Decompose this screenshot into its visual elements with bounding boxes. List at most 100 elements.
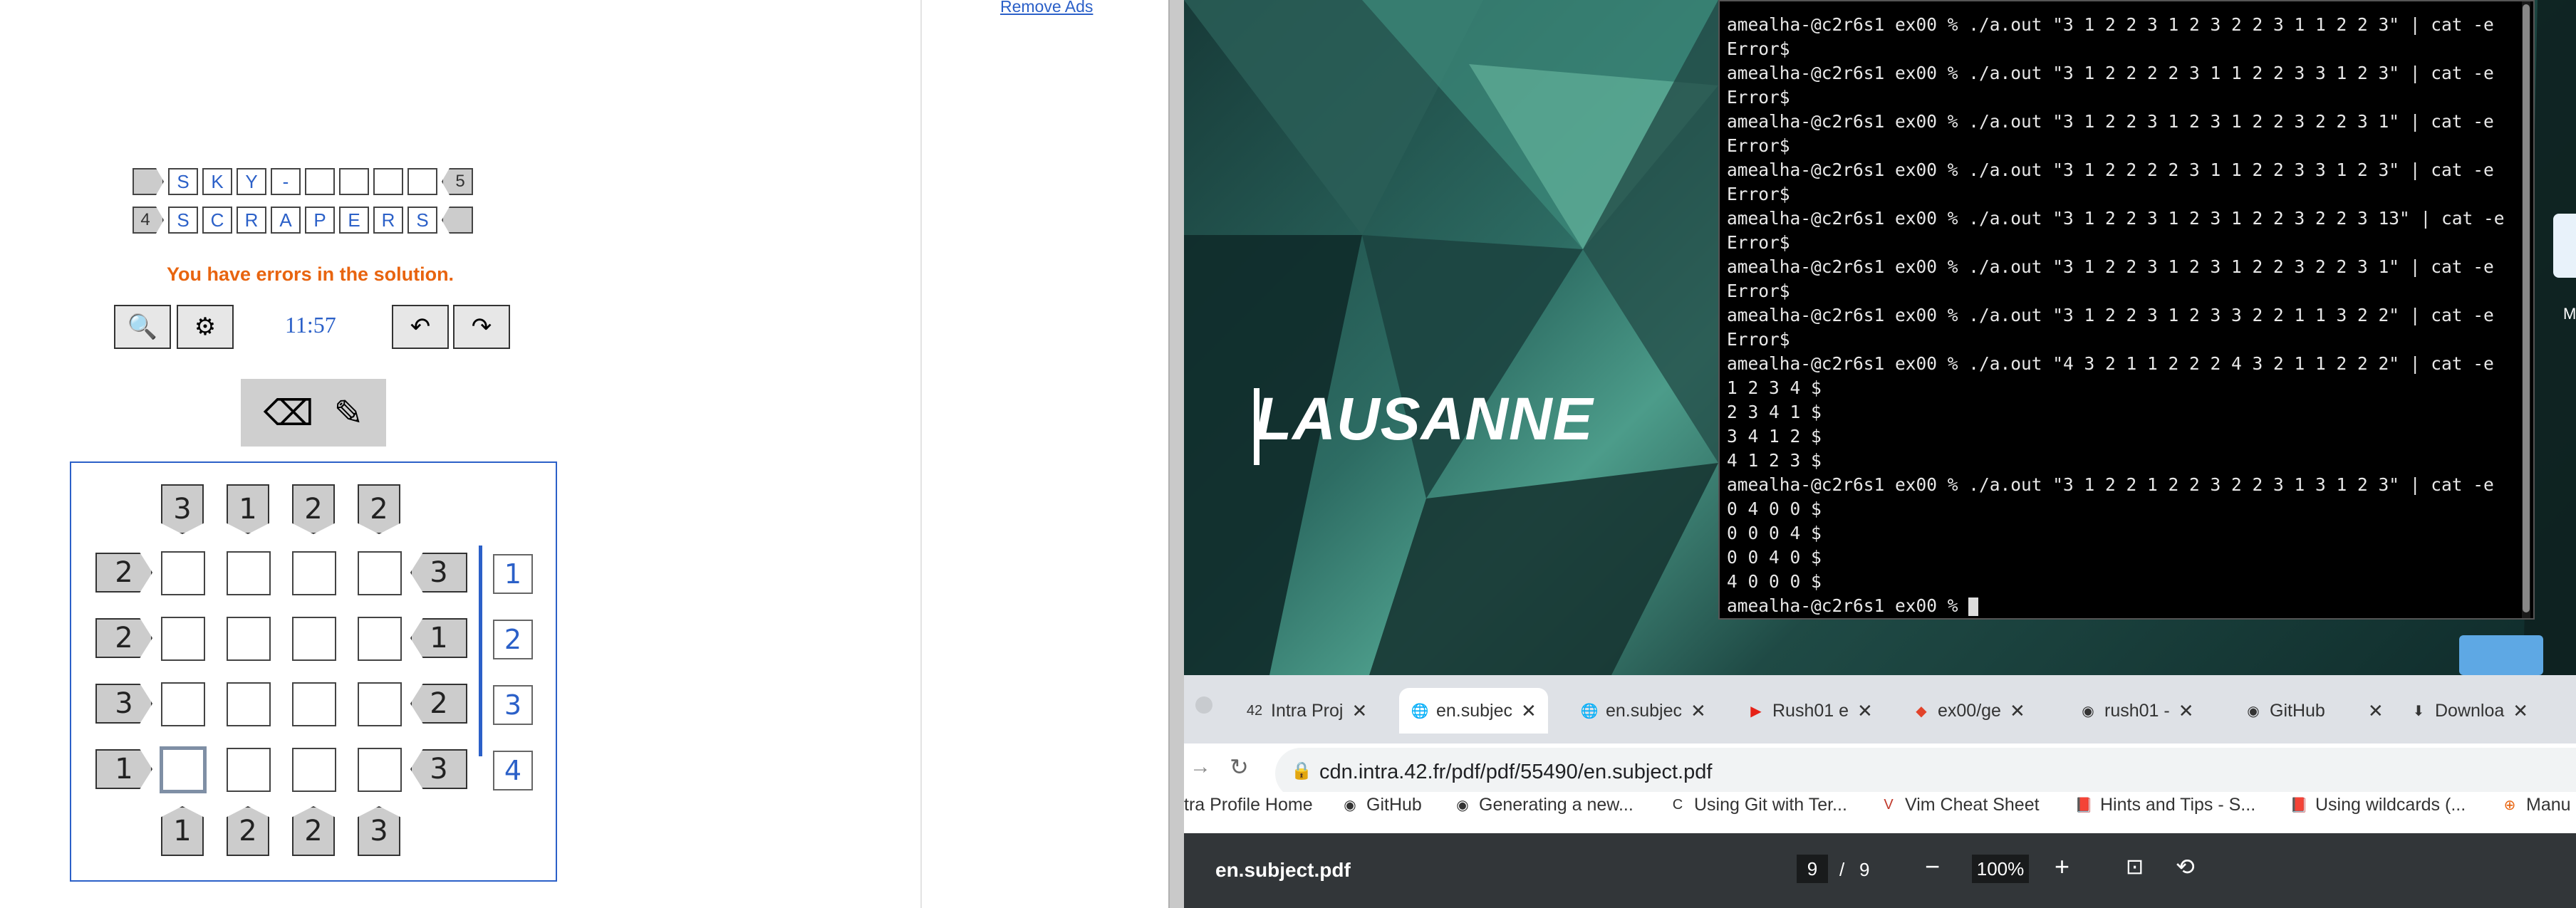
remove-ads-link[interactable]: Remove Ads bbox=[1000, 0, 1093, 16]
bookmark-label: Generating a new... bbox=[1479, 795, 1634, 815]
number-pad-key[interactable]: 3 bbox=[493, 685, 533, 725]
github-icon: ◉ bbox=[1456, 798, 1469, 813]
settings-button[interactable]: ⚙ bbox=[177, 305, 234, 349]
browser-tab[interactable]: ▶ Rush01 e ✕ bbox=[1747, 688, 1873, 734]
title-letter: C bbox=[202, 207, 232, 234]
number-pad-key[interactable]: 4 bbox=[493, 751, 533, 790]
grid-cell[interactable] bbox=[292, 551, 336, 595]
tab-label: Rush01 e bbox=[1772, 700, 1849, 721]
terminal-line: Error$ bbox=[1727, 135, 1790, 156]
tab-label: ex00/ge bbox=[1938, 700, 2001, 721]
browser-tab[interactable]: ◉ rush01 - ✕ bbox=[2079, 688, 2194, 734]
bookmark-item[interactable]: 📕 Hints and Tips - S... bbox=[2074, 795, 2256, 815]
ad-sidebar: Remove Ads bbox=[920, 0, 1168, 908]
terminal-line: amealha-@c2r6s1 ex00 % ./a.out "3 1 2 2 … bbox=[1727, 256, 2494, 277]
dock-label: M bbox=[2563, 305, 2576, 323]
dock-icon[interactable] bbox=[2553, 214, 2576, 278]
title-letter bbox=[339, 168, 369, 195]
terminal-line: Error$ bbox=[1727, 184, 1790, 204]
github-icon: ◉ bbox=[2082, 703, 2094, 719]
redo-button[interactable]: ↷ bbox=[453, 305, 510, 349]
grid-cell[interactable] bbox=[227, 748, 271, 792]
pencil-icon[interactable]: ✎ bbox=[333, 392, 363, 434]
folder-icon[interactable] bbox=[2459, 635, 2543, 675]
bookmark-label: Manu bbox=[2526, 795, 2571, 815]
close-icon[interactable]: ✕ bbox=[2513, 700, 2528, 722]
terminal-line: amealha-@c2r6s1 ex00 % ./a.out "3 1 2 2 … bbox=[1727, 208, 2505, 229]
title-letter: E bbox=[339, 207, 369, 234]
browser-tab[interactable]: ⬇ Downloa ✕ bbox=[2409, 688, 2528, 734]
terminal-output: amealha-@c2r6s1 ex00 % ./a.out "3 1 2 2 … bbox=[1727, 13, 2505, 618]
grid-cell[interactable] bbox=[358, 682, 402, 726]
title-letter bbox=[407, 168, 437, 195]
browser-tab[interactable]: 42 Intra Proj ✕ bbox=[1245, 688, 1367, 734]
close-icon[interactable]: ✕ bbox=[2368, 700, 2384, 722]
grid-cell[interactable] bbox=[227, 551, 271, 595]
close-icon[interactable]: ✕ bbox=[1857, 700, 1873, 722]
title-row-2: 4 S C R A P E R S bbox=[133, 207, 473, 234]
title-letter: - bbox=[271, 168, 301, 195]
browser-tab-bar: 42 Intra Proj ✕ 🌐 en.subjec ✕ 🌐 en.subjec ✕ ▶ R… bbox=[1184, 675, 2576, 743]
grid-cell[interactable] bbox=[292, 682, 336, 726]
globe-icon: 🌐 bbox=[1580, 703, 1599, 719]
bookmark-item[interactable]: ⊕ Manu bbox=[2500, 795, 2571, 815]
undo-button[interactable]: ↶ bbox=[392, 305, 449, 349]
number-pad-key[interactable]: 2 bbox=[493, 620, 533, 659]
rotate-icon[interactable]: ⟲ bbox=[2176, 853, 2195, 880]
grid-cell-selected[interactable] bbox=[160, 746, 207, 793]
github-icon: ◉ bbox=[2247, 703, 2260, 719]
browser-tab[interactable]: 🌐 en.subjec ✕ bbox=[1580, 688, 1706, 734]
redo-icon: ↷ bbox=[471, 313, 492, 340]
close-icon[interactable]: ✕ bbox=[1351, 700, 1367, 722]
title-arrow bbox=[133, 168, 164, 195]
grid-cell[interactable] bbox=[161, 617, 205, 661]
browser-tab[interactable]: ◉ GitHub ✕ bbox=[2244, 688, 2384, 734]
page-number-input[interactable]: 9 bbox=[1797, 855, 1828, 883]
grid-cell[interactable] bbox=[292, 617, 336, 661]
close-icon[interactable]: ✕ bbox=[1521, 700, 1537, 722]
close-icon[interactable]: ✕ bbox=[2010, 700, 2025, 722]
close-icon[interactable]: ✕ bbox=[2178, 700, 2194, 722]
scroll-thumb[interactable] bbox=[2523, 4, 2530, 612]
grid-cell[interactable] bbox=[161, 551, 205, 595]
eraser-icon[interactable]: ⌫ bbox=[264, 392, 314, 434]
bookmark-item[interactable]: tra Profile Home bbox=[1184, 795, 1313, 815]
browser-tab[interactable]: ◆ ex00/ge ✕ bbox=[1912, 688, 2025, 734]
grid-cell[interactable] bbox=[358, 748, 402, 792]
terminal-line: Error$ bbox=[1727, 232, 1790, 253]
terminal-scrollbar[interactable] bbox=[2522, 1, 2530, 618]
zoom-button[interactable]: 🔍 bbox=[114, 305, 171, 349]
bookmark-item[interactable]: ◉ Generating a new... bbox=[1453, 795, 1634, 815]
grid-cell[interactable] bbox=[292, 748, 336, 792]
forward-icon[interactable]: → bbox=[1190, 755, 1211, 779]
zoom-in-icon[interactable]: + bbox=[2055, 852, 2069, 882]
window-control-icon[interactable] bbox=[1195, 696, 1212, 714]
terminal-line: amealha-@c2r6s1 ex00 % ./a.out "3 1 2 2 … bbox=[1727, 474, 2494, 495]
book-icon: 📕 bbox=[2074, 798, 2093, 813]
bookmark-item[interactable]: V Vim Cheat Sheet bbox=[1879, 795, 2039, 815]
bookmark-item[interactable]: C Using Git with Ter... bbox=[1668, 795, 1847, 815]
book-icon: 📕 bbox=[2290, 798, 2308, 813]
grid-cell[interactable] bbox=[358, 551, 402, 595]
tab-label: Intra Proj bbox=[1271, 700, 1344, 721]
tab-label: rush01 - bbox=[2104, 700, 2170, 721]
title-letter: S bbox=[168, 168, 198, 195]
reload-icon[interactable]: ↻ bbox=[1230, 753, 1249, 781]
number-pad-key[interactable]: 1 bbox=[493, 554, 533, 594]
bookmark-item[interactable]: ◉ GitHub bbox=[1341, 795, 1422, 815]
browser-tab-active[interactable]: 🌐 en.subjec ✕ bbox=[1399, 688, 1548, 734]
fit-page-icon[interactable]: ⊡ bbox=[2126, 855, 2144, 880]
window-divider[interactable] bbox=[1168, 0, 1184, 908]
grid-cell[interactable] bbox=[227, 617, 271, 661]
grid-cell[interactable] bbox=[227, 682, 271, 726]
download-icon: ⬇ bbox=[2412, 703, 2425, 719]
zoom-level-input[interactable]: 100% bbox=[1972, 855, 2029, 883]
bookmark-item[interactable]: 📕 Using wildcards (... bbox=[2290, 795, 2466, 815]
close-icon[interactable]: ✕ bbox=[1690, 700, 1706, 722]
grid-cell[interactable] bbox=[161, 682, 205, 726]
page-total: 9 bbox=[1859, 859, 1870, 880]
terminal-window[interactable]: amealha-@c2r6s1 ex00 % ./a.out "3 1 2 2 … bbox=[1718, 0, 2535, 620]
zoom-out-icon[interactable]: − bbox=[1925, 852, 1940, 882]
grid-cell[interactable] bbox=[358, 617, 402, 661]
input-mode-box: ⌫ ✎ bbox=[241, 379, 386, 447]
